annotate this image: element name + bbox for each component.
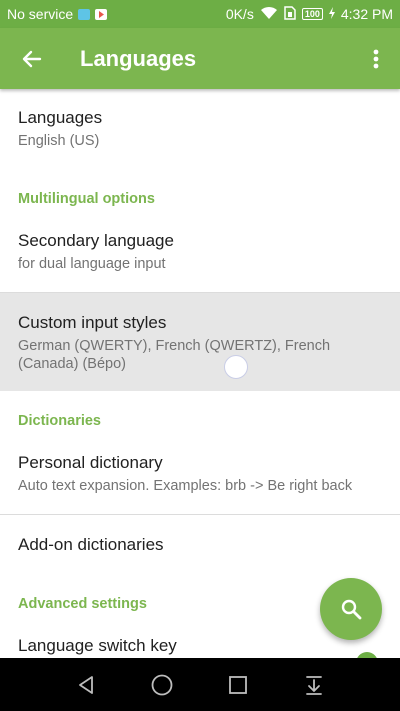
home-circle-icon [151,674,173,695]
divider [0,514,400,515]
nav-recents-button[interactable] [224,671,252,699]
personal-dictionary-title: Personal dictionary [18,453,163,472]
language-switch-key-title: Language switch key [18,636,177,655]
category-dictionaries: Dictionaries [18,413,101,429]
sim-icon [284,5,296,23]
secondary-language-item[interactable]: Secondary language for dual language inp… [0,230,400,273]
category-multilingual-options: Multilingual options [18,191,155,207]
back-button[interactable] [0,28,64,89]
carrier-text: No service [7,6,74,22]
wifi-icon [260,6,278,23]
battery-level-text: 100 [304,8,320,19]
nav-notification-button[interactable] [300,671,328,699]
message-icon [78,8,91,20]
touch-ripple [224,355,248,379]
back-triangle-icon [79,675,93,694]
search-icon [341,599,362,620]
search-fab[interactable] [320,578,382,640]
status-bar: No service 0K/s 100 4:32 PM [0,0,400,28]
personal-dictionary-item[interactable]: Personal dictionary Auto text expansion.… [0,452,400,495]
languages-title: Languages [18,108,103,127]
settings-list: Languages English (US) Multilingual opti… [0,89,400,658]
languages-item[interactable]: Languages English (US) [0,107,400,150]
nav-back-button[interactable] [72,671,100,699]
addon-dictionaries-title: Add-on dictionaries [18,535,164,554]
custom-input-styles-item[interactable]: Custom input styles German (QWERTY), Fre… [0,312,400,373]
battery-icon: 100 [301,8,323,20]
secondary-language-summary: for dual language input [18,256,166,272]
app-bar: Languages [0,28,400,89]
languages-summary: English (US) [18,133,100,149]
more-vert-icon [373,49,379,68]
charging-icon [328,6,335,22]
play-store-icon [95,8,108,20]
system-nav-bar [0,658,400,711]
custom-input-styles-summary: German (QWERTY), French (QWERTZ), French… [18,338,331,372]
back-arrow-icon [22,50,42,67]
recents-square-icon [229,675,247,694]
network-speed-text: 0K/s [225,6,254,22]
notification-pulldown-icon [306,675,322,695]
category-advanced-settings: Advanced settings [18,596,147,612]
more-options-button[interactable] [352,28,400,89]
page-title: Languages [80,45,197,71]
clock-text: 4:32 PM [340,6,393,22]
custom-input-styles-title: Custom input styles [18,313,167,332]
nav-home-button[interactable] [148,671,176,699]
secondary-language-title: Secondary language [18,231,174,250]
addon-dictionaries-item[interactable]: Add-on dictionaries [0,534,400,556]
personal-dictionary-summary: Auto text expansion. Examples: brb -> Be… [18,478,353,494]
